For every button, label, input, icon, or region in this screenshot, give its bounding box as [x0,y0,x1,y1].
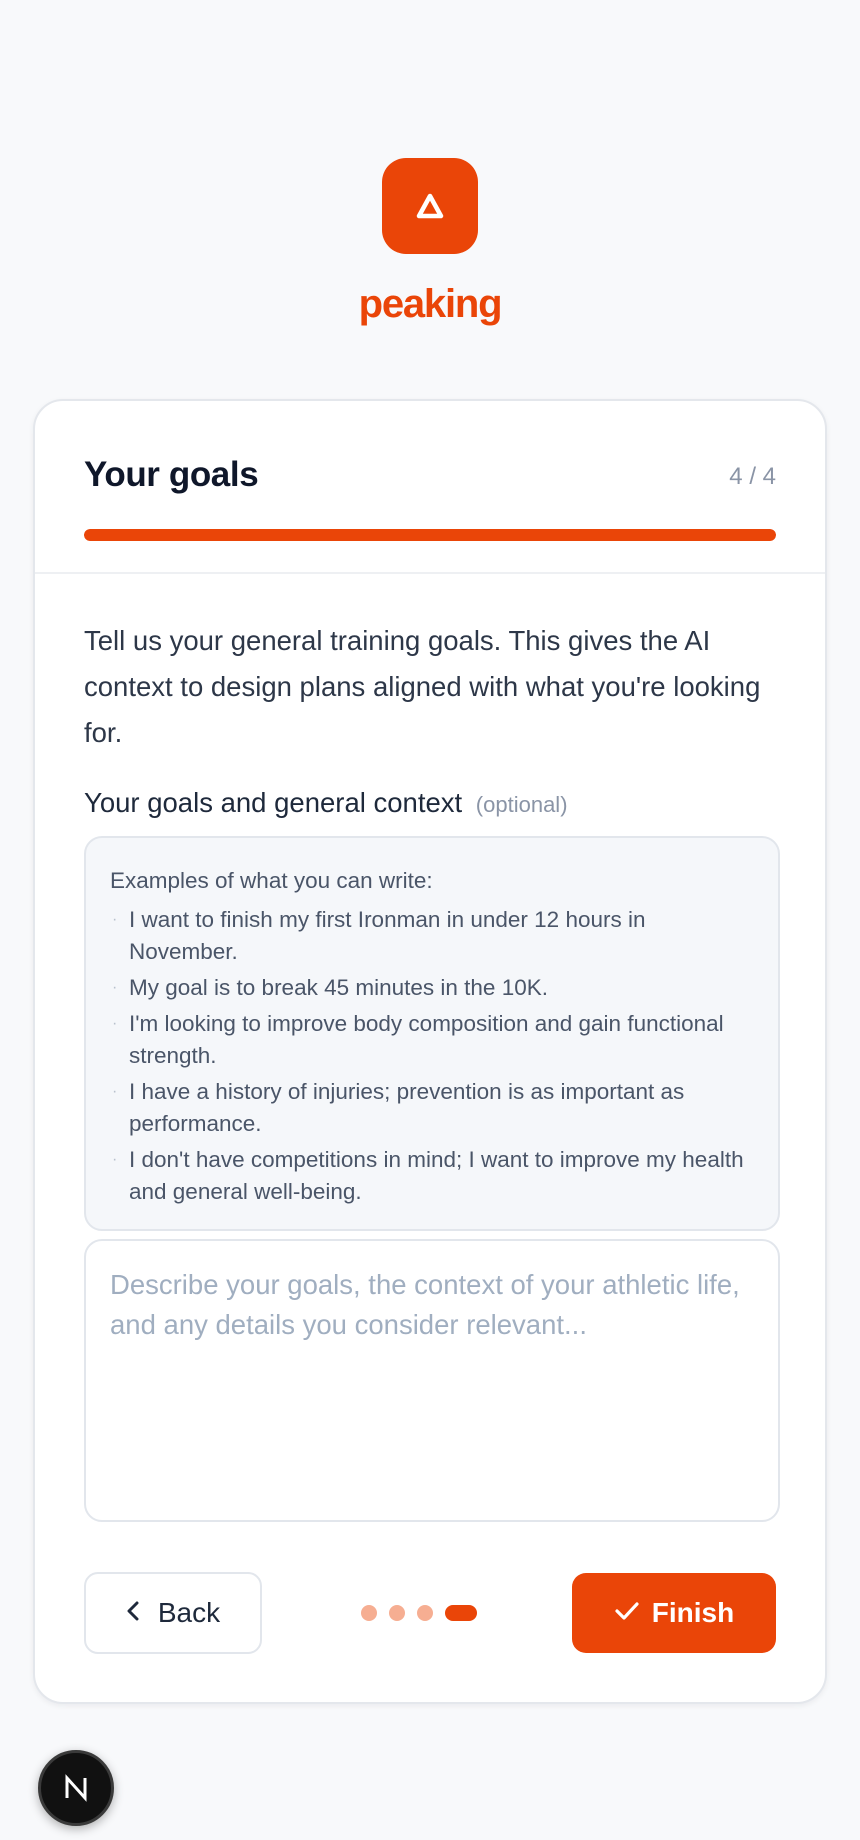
page-title: Your goals [84,455,259,494]
step-dot-active [445,1605,477,1621]
optional-tag: (optional) [475,792,568,817]
check-icon [614,1597,640,1629]
step-dot [389,1605,405,1621]
examples-title: Examples of what you can write: [110,868,433,893]
bullet-icon: · [112,1015,118,1032]
example-item: · I don't have competitions in mind; I wa… [110,1144,754,1208]
step-dot [417,1605,433,1621]
nextjs-icon[interactable] [38,1750,114,1826]
progress-bar-fill [84,529,776,541]
example-item: · I have a history of injuries; preventio… [110,1076,754,1140]
card-body: Tell us your general training goals. Thi… [35,618,825,1522]
bullet-icon: · [112,911,118,928]
intro-text: Tell us your general training goals. Thi… [84,625,761,748]
bullet-icon: · [112,1083,118,1100]
brand-name: peaking [358,282,503,326]
goals-field-label: Your goals and general context (optional… [84,786,776,822]
card-header: Your goals 4 / 4 [35,401,825,574]
progress-bar [84,529,776,541]
example-item: · My goal is to break 45 minutes in the 1… [110,972,754,1004]
examples-box: Examples of what you can write: · I want … [84,836,780,1231]
peak-triangle-icon [382,158,478,254]
bullet-icon: · [112,979,118,996]
finish-button-label: Finish [651,1597,735,1628]
examples-list: · I want to finish my first Ironman in un… [110,904,754,1208]
step-dots [361,1605,477,1621]
chevron-left-icon [126,1597,140,1629]
onboarding-page: peaking Your goals 4 / 4 Tell us your ge… [0,0,860,1840]
goals-card: Your goals 4 / 4 Tell us your general tr… [33,399,827,1704]
bullet-icon: · [112,1151,118,1168]
brand-header: peaking [0,158,860,324]
back-button-label: Back [157,1597,221,1628]
example-item: · I'm looking to improve body composition… [110,1008,754,1072]
example-item: · I want to finish my first Ironman in un… [110,904,754,968]
back-button[interactable]: Back [84,1572,262,1654]
goals-field-label-text: Your goals and general context [84,787,463,818]
card-footer: Back Finish [84,1572,776,1654]
finish-button[interactable]: Finish [572,1573,776,1653]
step-dot [361,1605,377,1621]
goals-textarea[interactable] [84,1239,780,1522]
step-counter: 4 / 4 [729,463,776,490]
